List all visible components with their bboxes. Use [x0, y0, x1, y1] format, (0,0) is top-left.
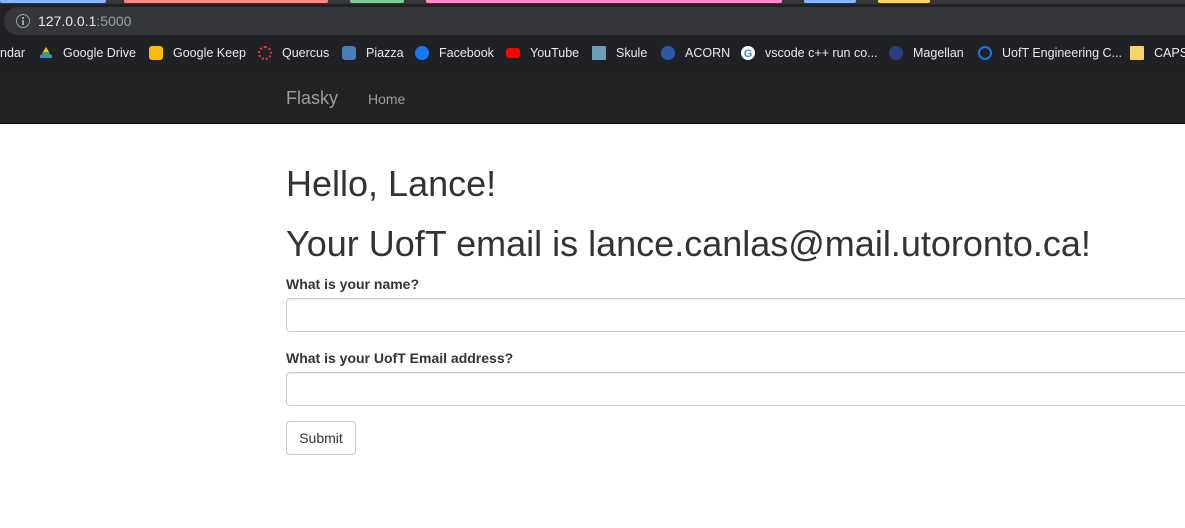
uoft-engineering-icon	[978, 46, 992, 60]
acorn-icon	[661, 46, 675, 60]
piazza-icon	[342, 46, 356, 60]
svg-text:G: G	[744, 48, 753, 60]
browser-chrome: 127.0.0.1:5000 ndar Google Drive Google …	[0, 0, 1185, 72]
email-input[interactable]	[286, 372, 1185, 406]
url-port: :5000	[96, 13, 132, 29]
facebook-icon	[415, 46, 429, 60]
bookmark-label: vscode c++ run co...	[765, 46, 878, 60]
email-heading: Your UofT email is lance.canlas@mail.uto…	[286, 223, 1091, 264]
greeting-heading: Hello, Lance!	[286, 163, 497, 204]
bookmark-label: ACORN	[685, 46, 731, 60]
bookmark-label: Quercus	[282, 46, 330, 60]
quercus-icon	[258, 46, 272, 60]
bookmark-label: Skule	[616, 46, 648, 60]
bookmark-label: UofT Engineering C...	[1002, 46, 1122, 60]
submit-button[interactable]: Submit	[286, 421, 356, 455]
site-navbar: Flasky Home	[0, 72, 1185, 124]
tab-strip[interactable]	[0, 0, 1185, 4]
magellan-icon	[889, 46, 903, 60]
skule-icon	[592, 46, 606, 60]
google-icon: G	[741, 46, 755, 60]
bookmark-label: YouTube	[530, 46, 580, 60]
name-label: What is your name?	[286, 276, 420, 292]
tab-indicator[interactable]	[350, 0, 404, 3]
folder-icon	[1130, 46, 1144, 60]
tab-indicator[interactable]	[878, 0, 930, 3]
google-keep-icon	[149, 46, 163, 60]
bookmark-label: Facebook	[439, 46, 494, 60]
bookmark-label: ndar	[0, 46, 26, 60]
url-host: 127.0.0.1	[38, 13, 97, 29]
bookmark-label: Google Keep	[173, 46, 246, 60]
bookmark-label: Piazza	[366, 46, 404, 60]
url-text[interactable]: 127.0.0.1:5000	[38, 12, 131, 30]
bookmark-label: CAPST	[1154, 46, 1185, 60]
tab-indicator[interactable]	[124, 0, 328, 3]
info-icon[interactable]	[16, 14, 30, 28]
tab-indicator[interactable]	[0, 0, 106, 3]
nav-link-home[interactable]: Home	[368, 90, 405, 108]
address-bar[interactable]: 127.0.0.1:5000	[4, 7, 1185, 35]
bookmark-calendar[interactable]: ndar	[0, 44, 25, 62]
bookmark-label: Magellan	[913, 46, 964, 60]
tab-indicator[interactable]	[426, 0, 782, 3]
bookmarks-bar: ndar Google Drive Google Keep Quercus Pi…	[0, 40, 1185, 66]
name-input[interactable]	[286, 298, 1185, 332]
email-label: What is your UofT Email address?	[286, 350, 514, 366]
youtube-icon	[506, 48, 520, 58]
tab-indicator[interactable]	[804, 0, 856, 3]
navbar-brand[interactable]: Flasky	[286, 88, 338, 108]
google-drive-icon	[40, 47, 52, 58]
bookmark-label: Google Drive	[63, 46, 136, 60]
